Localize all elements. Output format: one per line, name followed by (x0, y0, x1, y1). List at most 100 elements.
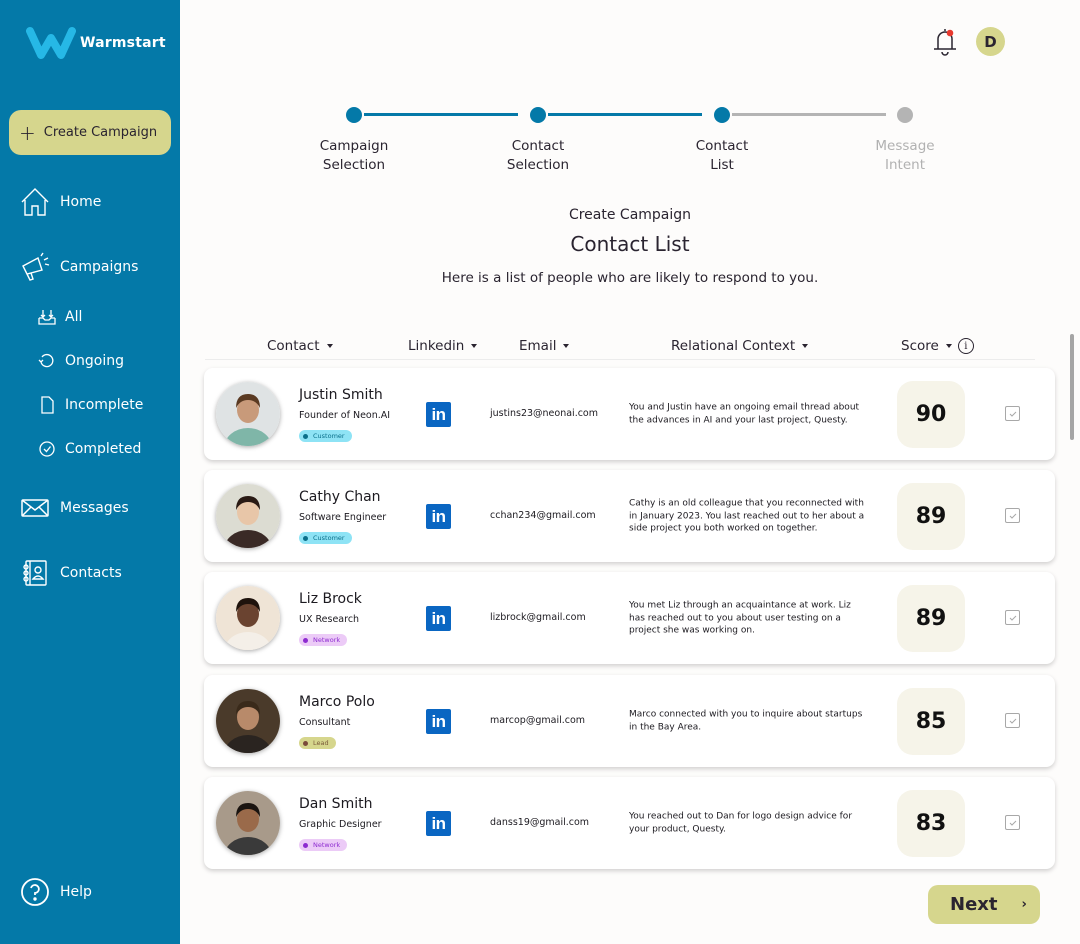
next-button[interactable]: Next › (928, 885, 1040, 924)
contact-photo (216, 791, 280, 855)
chevron-right-icon: › (1021, 897, 1027, 912)
info-icon[interactable]: i (957, 338, 974, 354)
contact-role: Software Engineer (299, 512, 387, 523)
contact-role: Founder of Neon.AI (299, 410, 391, 421)
step-dot (714, 107, 730, 123)
avatar-photo-icon (216, 382, 280, 446)
relational-context: Cathy is an old colleague that you recon… (629, 498, 865, 534)
sidebar-subitem-label: Ongoing (65, 353, 124, 369)
address-book-icon (23, 560, 47, 586)
question-circle-icon (21, 878, 49, 906)
select-checkbox[interactable] (1005, 815, 1020, 830)
tag-label: Customer (313, 432, 345, 440)
sidebar-subitem-label: Incomplete (65, 397, 144, 413)
sidebar-subitem-completed[interactable]: Completed (38, 440, 141, 458)
page-subtitle: Create Campaign (568, 207, 692, 223)
progress-stepper: Campaign Selection Contact Selection Conta… (290, 104, 970, 184)
select-checkbox[interactable] (1005, 713, 1020, 728)
select-checkbox[interactable] (1005, 508, 1020, 523)
linkedin-icon[interactable]: in (426, 402, 451, 427)
logo[interactable]: Warmstart (26, 26, 166, 60)
step-label-line1: Campaign (319, 138, 389, 154)
table-row[interactable]: Cathy Chan Software Engineer Customer in… (204, 470, 1055, 562)
step-dot (530, 107, 546, 123)
sidebar-subitem-all[interactable]: All (38, 308, 82, 326)
column-header-linkedin[interactable]: Linkedin (408, 338, 478, 354)
table-row[interactable]: Justin Smith Founder of Neon.AI Customer… (204, 368, 1055, 460)
sidebar-item-label: Campaigns (60, 259, 139, 275)
next-label: Next (950, 894, 998, 915)
avatar-photo-icon (216, 689, 280, 753)
sidebar-subitem-label: Completed (65, 441, 142, 457)
sidebar-item-contacts[interactable]: Contacts (20, 558, 122, 588)
envelope-icon (21, 499, 49, 517)
sidebar-item-label: Contacts (60, 565, 122, 581)
contact-email: marcop@gmail.com (490, 715, 586, 726)
bell-icon[interactable] (932, 26, 960, 56)
refresh-icon (38, 353, 54, 368)
sidebar-item-home[interactable]: Home (20, 187, 101, 217)
linkedin-icon[interactable]: in (426, 811, 451, 836)
contact-photo (216, 484, 280, 548)
contact-email: justins23@neonai.com (490, 408, 599, 419)
column-header-relational-context[interactable]: Relational Context (671, 338, 809, 354)
step-contact-selection[interactable]: Contact Selection (473, 104, 603, 175)
avatar-photo-icon (216, 791, 280, 855)
table-row[interactable]: Dan Smith Graphic Designer Network in da… (204, 777, 1055, 869)
tag-label: Network (313, 636, 341, 644)
step-label-line2: Selection (322, 157, 386, 173)
step-message-intent[interactable]: Message Intent (840, 104, 970, 175)
column-header-contact[interactable]: Contact (267, 338, 333, 354)
linkedin-icon[interactable]: in (426, 709, 451, 734)
tag-dot (303, 637, 308, 643)
user-avatar[interactable]: D (976, 27, 1005, 56)
scrollbar[interactable] (1070, 334, 1074, 440)
plus-icon: + (19, 120, 36, 145)
contact-email: lizbrock@gmail.com (490, 612, 586, 623)
sidebar-subitem-ongoing[interactable]: Ongoing (38, 352, 124, 370)
linkedin-icon[interactable]: in (426, 504, 451, 529)
select-checkbox[interactable] (1005, 406, 1020, 421)
sidebar-item-messages[interactable]: Messages (20, 493, 129, 523)
select-checkbox[interactable] (1005, 610, 1020, 625)
linkedin-icon[interactable]: in (426, 606, 451, 631)
table-row[interactable]: Liz Brock UX Research Network in lizbroc… (204, 572, 1055, 664)
checkmark-icon (1009, 411, 1016, 417)
caret-down-icon (802, 344, 809, 348)
check-circle-icon (39, 441, 55, 457)
contact-tag-badge: Network (299, 634, 348, 646)
tag-label: Lead (313, 739, 329, 747)
checkmark-icon (1009, 615, 1016, 621)
help-link[interactable]: Help (20, 877, 92, 907)
contact-email: danss19@gmail.com (490, 817, 590, 828)
create-campaign-label: Create Campaign (43, 125, 158, 140)
create-campaign-button[interactable]: + Create Campaign (9, 110, 171, 155)
contact-tag-badge: Network (299, 839, 348, 851)
app-name: Warmstart (80, 35, 166, 51)
column-label: Linkedin (408, 338, 465, 354)
column-label: Email (519, 338, 557, 354)
score-badge: 83 (897, 790, 965, 857)
tag-label: Customer (313, 534, 345, 542)
tag-dot (303, 740, 308, 746)
sidebar-subitem-incomplete[interactable]: Incomplete (38, 396, 143, 414)
column-header-score[interactable]: Score i (901, 338, 974, 354)
step-contact-list[interactable]: Contact List (657, 104, 787, 175)
megaphone-icon (22, 252, 50, 281)
contact-name: Marco Polo (299, 694, 375, 710)
document-icon (41, 396, 54, 414)
caret-down-icon (471, 344, 478, 348)
contact-role: Graphic Designer (299, 819, 382, 830)
column-header-email[interactable]: Email (519, 338, 570, 354)
home-icon (21, 188, 49, 216)
relational-context: Marco connected with you to inquire abou… (629, 709, 863, 733)
sidebar-item-campaigns[interactable]: Campaigns (20, 252, 138, 282)
step-campaign-selection[interactable]: Campaign Selection (289, 104, 419, 175)
notification-badge (946, 29, 954, 37)
step-dot (346, 107, 362, 123)
avatar-photo-icon (216, 484, 280, 548)
contact-role: Consultant (299, 717, 351, 728)
table-row[interactable]: Marco Polo Consultant Lead in marcop@gma… (204, 675, 1055, 767)
avatar-photo-icon (216, 586, 280, 650)
sidebar-subitem-label: All (65, 309, 83, 325)
